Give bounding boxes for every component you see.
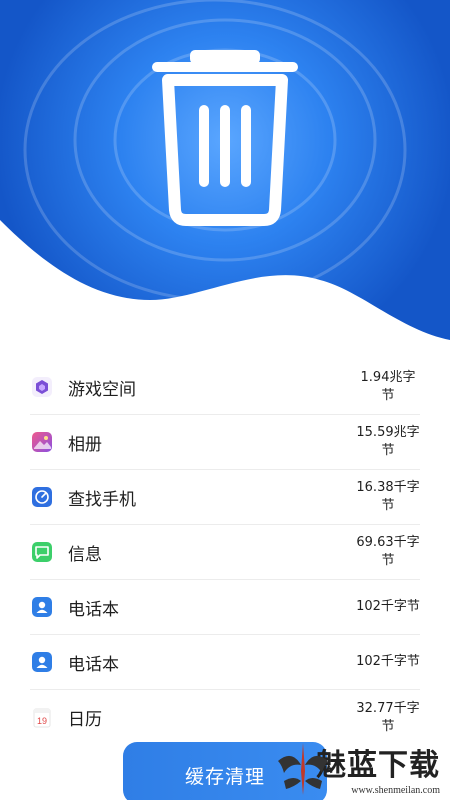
cache-size: 102千字节 [356,599,420,614]
list-item-gallery[interactable]: 相册 15.59兆字节 [30,415,420,470]
cache-size: 69.63千字节 [356,535,420,568]
cache-size: 15.59兆字节 [356,425,420,458]
list-item-find-phone[interactable]: 查找手机 16.38千字节 [30,470,420,525]
contacts-icon [30,595,54,619]
app-name: 查找手机 [68,489,136,510]
calendar-icon: 19 [30,706,54,730]
watermark: 魅蓝下载 www.shenmeilan.com [270,735,450,800]
list-item-contacts[interactable]: 电话本 102千字节 [30,580,420,635]
hero-wave-graphic [0,0,450,340]
app-name: 信息 [68,544,102,565]
list-item-messages[interactable]: 信息 69.63千字节 [30,525,420,580]
contacts-icon [30,650,54,674]
app-name: 日历 [68,710,102,730]
app-name: 电话本 [68,654,119,675]
cache-size: 102千字节 [356,654,420,669]
app-cache-list: 游戏空间 1.94兆字节 相册 15.59兆字节 查找手机 16.38千字节 信… [30,360,420,745]
find-phone-icon [30,485,54,509]
app-name: 游戏空间 [68,379,136,400]
messages-icon [30,540,54,564]
cache-size: 16.38千字节 [356,480,420,513]
gallery-icon [30,430,54,454]
list-item-contacts[interactable]: 电话本 102千字节 [30,635,420,690]
game-space-icon [30,375,54,399]
dragon-logo-icon [278,743,328,795]
app-name: 电话本 [68,599,119,620]
list-item-game-space[interactable]: 游戏空间 1.94兆字节 [30,360,420,415]
app-name: 相册 [68,434,102,455]
cache-size: 1.94兆字节 [360,370,416,403]
watermark-url: www.shenmeilan.com [351,784,440,796]
calendar-day: 19 [37,716,47,726]
cache-size: 32.77千字节 [356,700,420,734]
hero-banner [0,0,450,345]
watermark-logo-text: 魅蓝下载 [316,747,440,783]
